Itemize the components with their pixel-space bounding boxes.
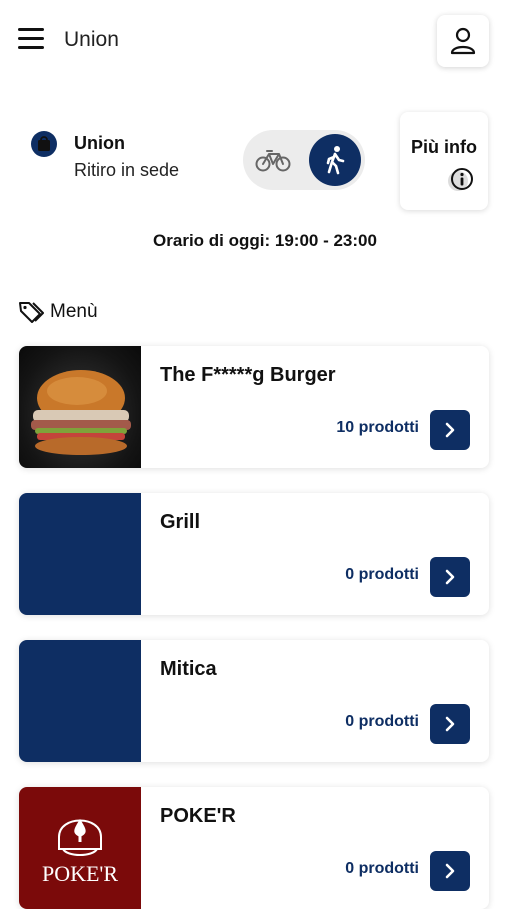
opening-hours: Orario di oggi: 19:00 - 23:00 (153, 231, 377, 250)
category-name: POKE'R (160, 805, 236, 827)
open-category-button[interactable] (430, 851, 470, 891)
category-name: Grill (160, 511, 201, 533)
burger-image (19, 346, 141, 468)
profile-button[interactable] (437, 15, 489, 67)
open-category-button[interactable] (430, 704, 470, 744)
bike-icon[interactable] (255, 145, 291, 175)
category-card[interactable]: POKE'R POKE'R 0 prodotti (19, 787, 489, 909)
info-icon (448, 168, 473, 191)
chevron-right-icon (445, 863, 455, 879)
category-thumbnail (19, 640, 141, 762)
chevron-right-icon (445, 716, 455, 732)
app-title: Union (64, 28, 119, 51)
poker-logo: POKE'R (19, 787, 141, 909)
poker-logo-text: POKE'R (41, 861, 119, 886)
menu-section-label: Menù (50, 301, 98, 322)
user-icon (450, 27, 476, 55)
category-thumbnail (19, 493, 141, 615)
shopping-bag-icon (31, 131, 57, 157)
more-info-label: Più info (411, 137, 477, 157)
open-category-button[interactable] (430, 410, 470, 450)
tag-icon (19, 302, 44, 323)
walk-option[interactable] (309, 134, 361, 186)
open-category-button[interactable] (430, 557, 470, 597)
walk-icon (326, 146, 345, 175)
product-count: 10 prodotti (336, 419, 419, 436)
store-info-row: Union Ritiro in sede Più info (0, 110, 507, 220)
delivery-mode-toggle[interactable] (243, 130, 365, 190)
store-pickup-mode: Ritiro in sede (74, 160, 180, 180)
chevron-right-icon (445, 422, 455, 438)
more-info-button[interactable]: Più info (400, 112, 488, 210)
product-count: 0 prodotti (345, 860, 419, 877)
category-card[interactable]: The F*****g Burger 10 prodotti (19, 346, 489, 468)
category-card[interactable]: Mitica 0 prodotti (19, 640, 489, 762)
category-card[interactable]: Grill 0 prodotti (19, 493, 489, 615)
menu-section-header: Menù (18, 298, 98, 326)
top-bar: Union (0, 0, 507, 84)
category-name: The F*****g Burger (160, 364, 336, 386)
store-name: Union (74, 133, 125, 153)
chevron-right-icon (445, 569, 455, 585)
product-count: 0 prodotti (345, 566, 419, 583)
category-name: Mitica (160, 658, 217, 680)
product-count: 0 prodotti (345, 713, 419, 730)
hamburger-icon[interactable] (18, 28, 46, 54)
